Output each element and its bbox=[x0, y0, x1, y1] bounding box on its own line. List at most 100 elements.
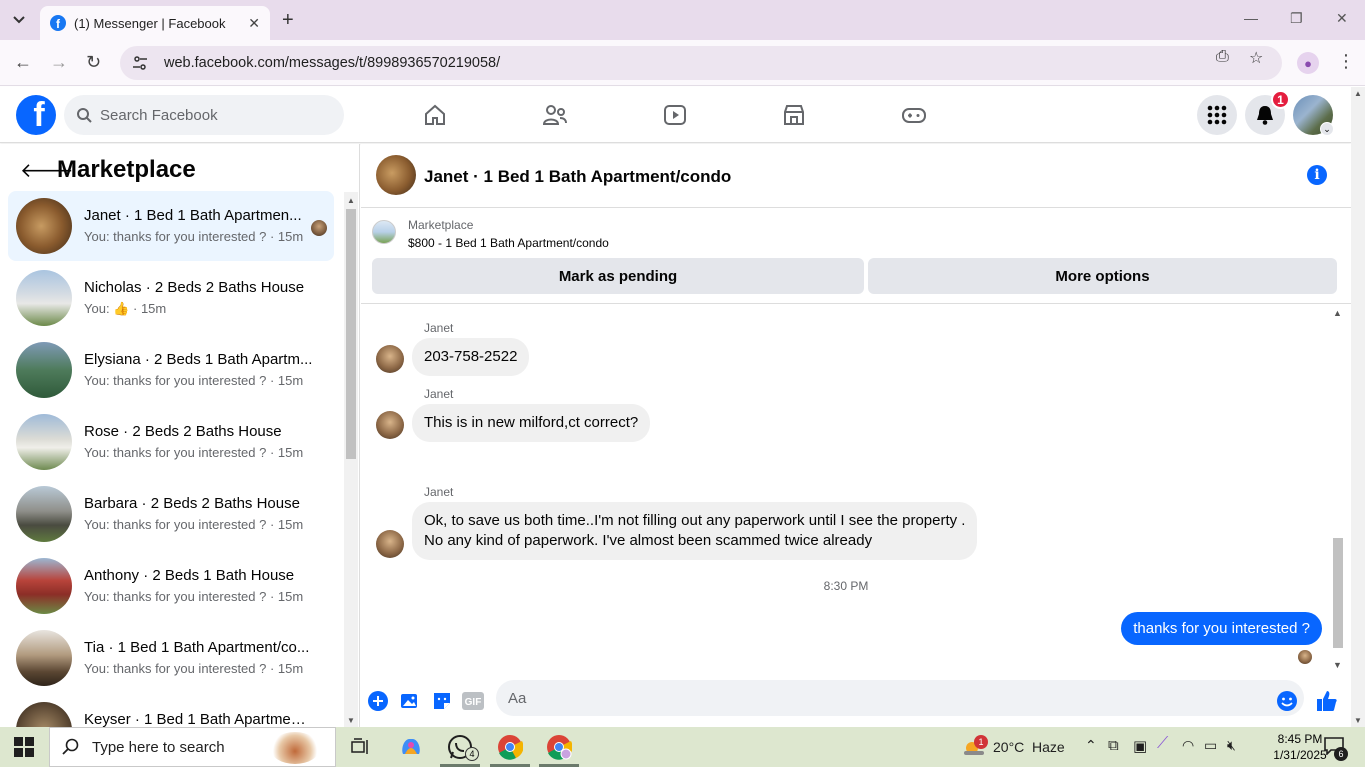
search-input[interactable] bbox=[100, 106, 320, 124]
menu-grid-button[interactable] bbox=[1197, 95, 1237, 135]
browser-menu-icon[interactable]: ⋮ bbox=[1337, 51, 1355, 72]
video-nav-icon[interactable] bbox=[658, 99, 692, 131]
scroll-up-icon: ▲ bbox=[347, 196, 355, 205]
info-icon[interactable]: i bbox=[1307, 165, 1327, 185]
chrome-icon[interactable] bbox=[496, 733, 524, 761]
conversation-item-barbara[interactable]: Barbara · 2 Beds 2 Baths House You: than… bbox=[8, 479, 334, 549]
tab-search-button[interactable] bbox=[6, 8, 32, 32]
sender-avatar[interactable] bbox=[376, 530, 404, 558]
taskbar-search[interactable]: Type here to search bbox=[49, 727, 336, 767]
svg-text:GIF: GIF bbox=[465, 697, 482, 708]
conversation-name: Barbara · 2 Beds 2 Baths House bbox=[84, 495, 300, 512]
conversation-name: Rose · 2 Beds 2 Baths House bbox=[84, 423, 282, 440]
minimize-icon[interactable]: — bbox=[1244, 10, 1258, 26]
search-icon bbox=[62, 738, 79, 755]
reload-icon[interactable]: ↻ bbox=[86, 52, 101, 73]
grid-icon bbox=[1207, 105, 1227, 125]
conversation-item-tia[interactable]: Tia · 1 Bed 1 Bath Apartment/co... You: … bbox=[8, 623, 334, 693]
sender-avatar[interactable] bbox=[376, 411, 404, 439]
message-input-box[interactable] bbox=[496, 680, 1304, 716]
chat-title[interactable]: Janet · 1 Bed 1 Bath Apartment/condo bbox=[424, 167, 731, 187]
facebook-logo-icon[interactable]: f bbox=[16, 95, 56, 135]
conversation-preview: You: thanks for you interested ? · 15m bbox=[84, 445, 304, 460]
close-window-icon[interactable]: ✕ bbox=[1336, 10, 1348, 27]
address-bar-row: ← → ↻ web.facebook.com/messages/t/899893… bbox=[0, 40, 1365, 86]
conversation-item-anthony[interactable]: Anthony · 2 Beds 1 Bath House You: thank… bbox=[8, 551, 334, 621]
browser-profile-icon[interactable]: ● bbox=[1297, 52, 1319, 74]
listing-thumbnail bbox=[16, 630, 72, 686]
conversation-item-elysiana[interactable]: Elysiana · 2 Beds 1 Bath Apartm... You: … bbox=[8, 335, 334, 405]
conversation-preview: You: thanks for you interested ? · 15m bbox=[84, 589, 304, 604]
home-nav-icon[interactable] bbox=[418, 99, 452, 131]
site-info-icon[interactable] bbox=[132, 55, 148, 71]
scrollbar-thumb[interactable] bbox=[346, 209, 356, 459]
message-bubble[interactable]: 203-758-2522 bbox=[412, 338, 530, 376]
my-message-bubble[interactable]: thanks for you interested ? bbox=[1121, 612, 1322, 645]
sender-avatar[interactable] bbox=[376, 345, 404, 373]
scrollbar-thumb[interactable] bbox=[1333, 538, 1343, 648]
gaming-nav-icon[interactable] bbox=[897, 99, 931, 131]
gif-icon[interactable]: GIF bbox=[462, 690, 484, 712]
marketplace-nav-icon[interactable] bbox=[777, 99, 811, 131]
pen-icon[interactable]: ⟋ bbox=[1157, 735, 1168, 753]
seen-avatar bbox=[311, 220, 327, 236]
show-hidden-icons-chevron-icon[interactable]: ⌃ bbox=[1085, 737, 1097, 754]
sticker-icon[interactable] bbox=[431, 690, 453, 712]
facebook-header: f 1 ⌄ bbox=[0, 87, 1351, 143]
message-bubble[interactable]: Ok, to save us both time..I'm not fillin… bbox=[412, 502, 978, 560]
facebook-favicon-icon: f bbox=[50, 15, 66, 31]
chat-panel: Janet · 1 Bed 1 Bath Apartment/condo i M… bbox=[361, 144, 1351, 727]
plus-icon[interactable] bbox=[367, 690, 389, 712]
taskbar-clock[interactable]: 8:45 PM 1/31/2025 bbox=[1270, 731, 1330, 763]
facebook-search[interactable] bbox=[64, 95, 344, 135]
message-bubble[interactable]: This is in new milford,ct correct? bbox=[412, 404, 651, 442]
browser-tab-bar: f (1) Messenger | Facebook ✕ + — ❐ ✕ bbox=[0, 0, 1365, 40]
restore-icon[interactable]: ❐ bbox=[1290, 10, 1303, 27]
conversation-item-janet[interactable]: Janet · 1 Bed 1 Bath Apartmen... You: th… bbox=[8, 191, 334, 261]
windows-start-icon[interactable] bbox=[14, 737, 34, 757]
chat-avatar[interactable] bbox=[376, 155, 416, 195]
omnibox[interactable]: web.facebook.com/messages/t/899893657021… bbox=[120, 46, 1282, 80]
marketplace-sidebar: 🡐 Marketplace Janet · 1 Bed 1 Bath Apart… bbox=[0, 144, 360, 727]
friends-nav-icon[interactable] bbox=[538, 99, 572, 131]
meet-now-icon[interactable]: ⧉ bbox=[1108, 737, 1119, 754]
conversation-item-keyser[interactable]: Keyser · 1 Bed 1 Bath Apartment... bbox=[8, 695, 334, 727]
more-options-button[interactable]: More options bbox=[868, 258, 1337, 294]
copilot-icon[interactable] bbox=[397, 733, 425, 761]
forward-icon[interactable]: → bbox=[50, 52, 68, 73]
chat-scrollbar[interactable]: ▲ ▼ bbox=[1331, 306, 1345, 670]
emoji-icon[interactable] bbox=[1276, 690, 1298, 712]
listing-thumbnail bbox=[16, 486, 72, 542]
listing-banner: Marketplace $800 - 1 Bed 1 Bath Apartmen… bbox=[361, 208, 1351, 304]
chevron-down-icon bbox=[13, 16, 25, 24]
sidebar-scrollbar[interactable]: ▲ ▼ bbox=[344, 192, 358, 727]
bookmark-star-icon[interactable]: ☆ bbox=[1249, 48, 1263, 68]
listing-name[interactable]: $800 - 1 Bed 1 Bath Apartment/condo bbox=[408, 236, 609, 250]
chat-header: Janet · 1 Bed 1 Bath Apartment/condo i bbox=[361, 144, 1351, 208]
mark-as-pending-button[interactable]: Mark as pending bbox=[372, 258, 864, 294]
conversation-item-rose[interactable]: Rose · 2 Beds 2 Baths House You: thanks … bbox=[8, 407, 334, 477]
back-icon[interactable]: ← bbox=[14, 52, 32, 73]
install-app-icon[interactable]: ⎙ bbox=[1216, 48, 1229, 66]
chrome-profile-icon[interactable] bbox=[545, 733, 573, 761]
photo-icon[interactable] bbox=[399, 690, 421, 712]
listing-category: Marketplace bbox=[408, 218, 474, 232]
listing-thumbnail bbox=[16, 270, 72, 326]
account-chevron-icon[interactable]: ⌄ bbox=[1320, 122, 1334, 136]
like-icon[interactable] bbox=[1316, 690, 1338, 712]
volume-muted-icon[interactable]: 🔇︎ bbox=[1227, 737, 1236, 754]
wifi-icon[interactable]: ◠ bbox=[1182, 737, 1194, 754]
screen-share-icon[interactable]: ▣ bbox=[1133, 737, 1147, 755]
task-view-icon[interactable] bbox=[347, 733, 375, 761]
conversation-item-nicholas[interactable]: Nicholas · 2 Beds 2 Baths House You: 👍 ·… bbox=[8, 263, 334, 333]
scroll-up-icon: ▲ bbox=[1354, 89, 1362, 98]
message-input[interactable] bbox=[508, 689, 1248, 707]
conversation-preview: You: thanks for you interested ? · 15m bbox=[84, 373, 304, 388]
battery-icon[interactable]: ▭ bbox=[1204, 737, 1217, 754]
browser-tab[interactable]: f (1) Messenger | Facebook ✕ bbox=[40, 6, 270, 40]
scroll-up-icon: ▲ bbox=[1333, 308, 1342, 318]
close-tab-icon[interactable]: ✕ bbox=[248, 15, 260, 32]
listing-thumbnail[interactable] bbox=[372, 220, 396, 244]
page-scrollbar[interactable]: ▲ ▼ bbox=[1351, 87, 1365, 727]
new-tab-button[interactable]: + bbox=[282, 9, 294, 32]
